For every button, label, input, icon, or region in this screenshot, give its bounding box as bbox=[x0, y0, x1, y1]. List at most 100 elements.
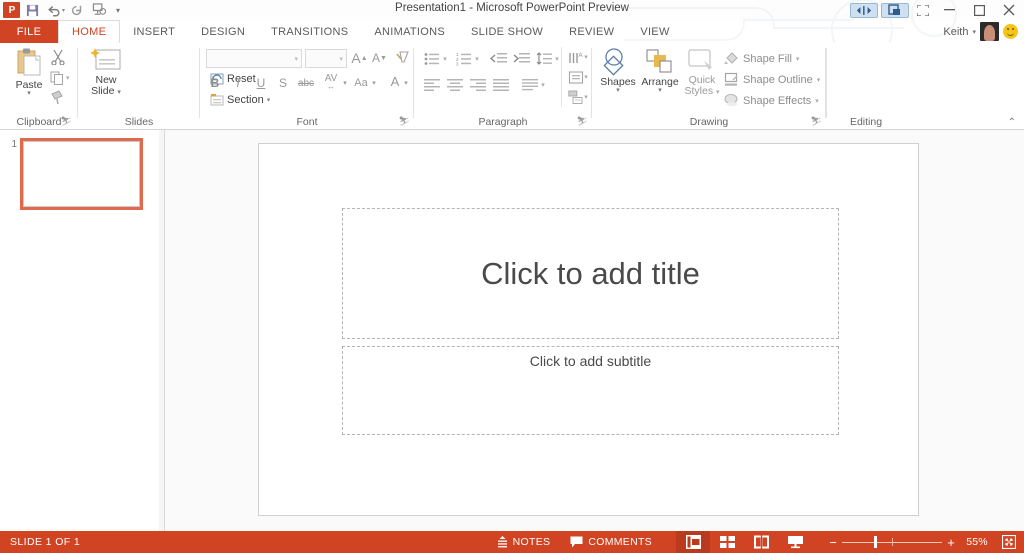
slide-show-button[interactable] bbox=[778, 531, 812, 553]
tab-design[interactable]: DESIGN bbox=[188, 20, 258, 43]
tab-slide-show[interactable]: SLIDE SHOW bbox=[458, 20, 556, 43]
font-dialog-launcher[interactable]: ⛷ bbox=[399, 116, 410, 127]
account-dropdown-caret[interactable]: ▾ bbox=[972, 28, 976, 36]
slideshow-icon[interactable] bbox=[89, 1, 109, 19]
columns-caret[interactable]: ▾ bbox=[539, 75, 547, 95]
tab-transitions[interactable]: TRANSITIONS bbox=[258, 20, 361, 43]
reading-view-button[interactable] bbox=[744, 531, 778, 553]
increase-font-size-button[interactable]: A ▲ bbox=[350, 48, 369, 68]
quick-styles-caret[interactable]: ▾ bbox=[716, 89, 720, 96]
italic-button[interactable]: I bbox=[229, 73, 247, 93]
decrease-indent-button[interactable] bbox=[488, 49, 508, 69]
font-size-input[interactable]: ▾ bbox=[305, 49, 347, 68]
slide-thumbnail-1[interactable] bbox=[20, 138, 143, 210]
bullets-button[interactable] bbox=[422, 49, 442, 69]
shapes-button[interactable]: Shapes ▾ bbox=[596, 47, 640, 94]
shape-fill-button[interactable]: Shape Fill ▾ bbox=[724, 48, 799, 69]
increase-indent-button[interactable] bbox=[511, 49, 531, 69]
fit-to-window-button[interactable] bbox=[994, 535, 1024, 549]
line-spacing-button[interactable] bbox=[534, 49, 554, 69]
tab-home[interactable]: HOME bbox=[58, 20, 121, 43]
numbering-button[interactable]: 1 2 3 bbox=[454, 49, 474, 69]
account-name[interactable]: Keith bbox=[943, 26, 968, 38]
customize-qat-icon[interactable]: ▾ bbox=[111, 1, 125, 19]
slide-sorter-button[interactable] bbox=[710, 531, 744, 553]
slide-canvas[interactable]: Click to add title Click to add subtitle bbox=[258, 143, 919, 516]
zoom-slider[interactable] bbox=[842, 535, 942, 549]
font-color-button[interactable]: A bbox=[387, 71, 403, 91]
bullets-caret[interactable]: ▾ bbox=[441, 49, 449, 69]
decrease-font-size-button[interactable]: A ▼ bbox=[370, 48, 389, 68]
strikethrough-button[interactable]: abc bbox=[294, 73, 318, 93]
tab-file[interactable]: FILE bbox=[0, 20, 58, 43]
minimize-icon[interactable] bbox=[934, 0, 964, 20]
restore-icon[interactable] bbox=[964, 0, 994, 20]
align-left-button[interactable] bbox=[422, 75, 442, 95]
zoom-in-button[interactable]: + bbox=[942, 536, 960, 549]
shape-fill-caret[interactable]: ▾ bbox=[796, 55, 800, 63]
thumbnail-scrollbar[interactable] bbox=[159, 130, 164, 531]
title-placeholder[interactable]: Click to add title bbox=[342, 208, 839, 339]
avatar[interactable] bbox=[980, 22, 999, 41]
font-name-caret[interactable]: ▾ bbox=[294, 55, 298, 63]
columns-button[interactable] bbox=[520, 75, 540, 95]
font-size-caret[interactable]: ▾ bbox=[339, 55, 343, 63]
tab-animations[interactable]: ANIMATIONS bbox=[361, 20, 458, 43]
undo-dropdown-caret[interactable]: ▾ bbox=[62, 7, 65, 14]
quick-styles-button[interactable]: Quick Styles ▾ bbox=[680, 47, 724, 98]
normal-view-button[interactable] bbox=[676, 531, 710, 553]
notes-button[interactable]: NOTES bbox=[487, 531, 561, 553]
copy-button[interactable]: ▾ bbox=[50, 68, 72, 88]
close-icon[interactable] bbox=[994, 0, 1024, 20]
format-painter-button[interactable] bbox=[50, 88, 72, 108]
shape-outline-caret[interactable]: ▾ bbox=[817, 76, 821, 84]
shape-outline-button[interactable]: Shape Outline ▾ bbox=[724, 69, 820, 90]
change-case-button[interactable]: Aa bbox=[351, 73, 371, 93]
paragraph-dialog-launcher[interactable]: ⛷ bbox=[577, 116, 588, 127]
character-spacing-caret[interactable]: ▾ bbox=[341, 73, 349, 93]
justify-button[interactable] bbox=[491, 75, 511, 95]
text-direction-caret[interactable]: ▾ bbox=[582, 47, 590, 67]
bold-button[interactable]: B bbox=[206, 73, 224, 93]
underline-button[interactable]: U bbox=[252, 73, 270, 93]
shape-effects-button[interactable]: Shape Effects ▾ bbox=[724, 90, 819, 111]
clear-formatting-button[interactable] bbox=[394, 48, 412, 68]
change-case-caret[interactable]: ▾ bbox=[370, 73, 378, 93]
numbering-caret[interactable]: ▾ bbox=[473, 49, 481, 69]
redo-icon[interactable] bbox=[67, 1, 87, 19]
align-text-caret[interactable]: ▾ bbox=[582, 67, 590, 87]
copy-caret[interactable]: ▾ bbox=[66, 74, 70, 82]
clipboard-dialog-launcher[interactable]: ⛷ bbox=[61, 116, 72, 127]
paste-caret[interactable]: ▾ bbox=[27, 90, 31, 97]
shapes-caret[interactable]: ▾ bbox=[616, 87, 620, 94]
arrange-caret[interactable]: ▾ bbox=[658, 87, 662, 94]
align-center-button[interactable] bbox=[445, 75, 465, 95]
touch-mode-icon[interactable] bbox=[881, 2, 909, 18]
cut-button[interactable] bbox=[50, 47, 72, 67]
new-slide-button[interactable]: New Slide ▾ bbox=[84, 47, 128, 98]
fullscreen-icon[interactable] bbox=[912, 1, 934, 19]
tab-insert[interactable]: INSERT bbox=[120, 20, 188, 43]
paste-button[interactable]: Paste ▾ bbox=[8, 47, 50, 97]
tab-view[interactable]: VIEW bbox=[627, 20, 682, 43]
save-icon[interactable] bbox=[22, 1, 42, 19]
align-right-button[interactable] bbox=[468, 75, 488, 95]
character-spacing-button[interactable]: AV ↔ bbox=[320, 71, 342, 91]
zoom-level-label[interactable]: 55% bbox=[960, 536, 994, 548]
line-spacing-caret[interactable]: ▾ bbox=[553, 49, 561, 69]
text-shadow-button[interactable]: S bbox=[274, 73, 292, 93]
tab-review[interactable]: REVIEW bbox=[556, 20, 627, 43]
font-name-input[interactable]: ▾ bbox=[206, 49, 302, 68]
arrange-button[interactable]: Arrange ▾ bbox=[638, 47, 682, 94]
subtitle-placeholder[interactable]: Click to add subtitle bbox=[342, 346, 839, 435]
undo-icon[interactable] bbox=[44, 1, 64, 19]
shape-effects-caret[interactable]: ▾ bbox=[815, 97, 819, 105]
smartart-caret[interactable]: ▾ bbox=[582, 87, 590, 107]
zoom-out-button[interactable]: − bbox=[824, 536, 842, 549]
zoom-slider-handle[interactable] bbox=[874, 536, 877, 548]
collapse-ribbon-icon[interactable]: ⌃ bbox=[1008, 117, 1016, 128]
font-color-caret[interactable]: ▾ bbox=[402, 73, 410, 93]
comments-button[interactable]: COMMENTS bbox=[560, 531, 662, 553]
new-slide-caret[interactable]: ▾ bbox=[117, 89, 121, 96]
ribbon-display-options-icon[interactable] bbox=[850, 2, 878, 18]
